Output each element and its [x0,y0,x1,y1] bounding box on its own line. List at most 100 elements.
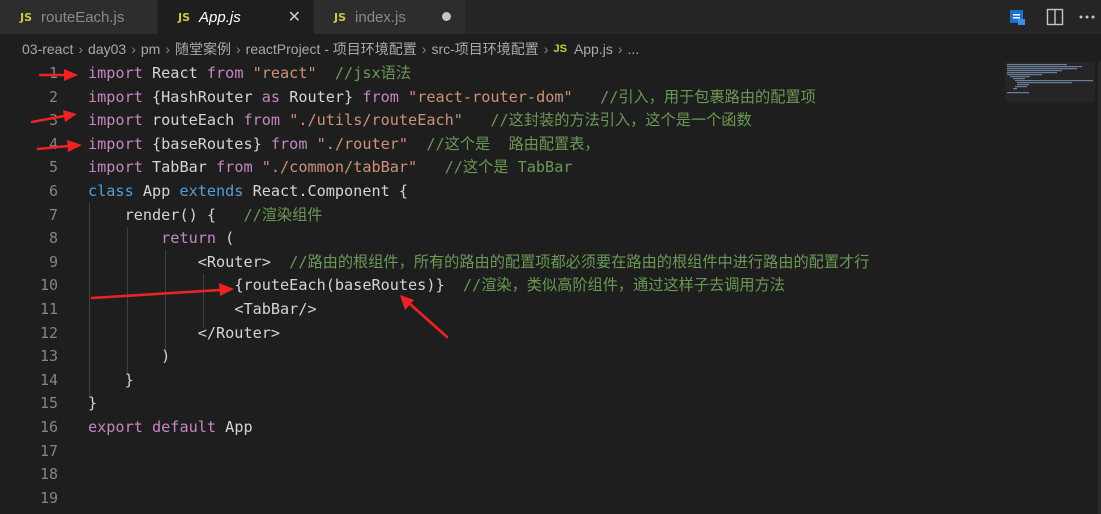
line-number: 14 [39,370,58,389]
tab-label: index.js [355,8,406,26]
identifier: React.Component { [243,181,409,200]
split-editor-icon[interactable] [1045,7,1065,27]
keyword: import [88,134,143,153]
line-number: 7 [48,205,58,224]
breadcrumb-item[interactable]: pm [141,41,160,57]
breadcrumb-item[interactable]: reactProject - 项目环境配置 [246,39,417,59]
code-line[interactable]: <TabBar/> [88,298,998,322]
identifier: routeEach [142,111,244,130]
identifier: {baseRoutes} [142,134,271,153]
unsaved-dot-icon[interactable] [442,12,451,21]
code-line[interactable]: render() { //渲染组件 [88,204,998,228]
line-number: 4 [48,134,58,153]
chevron-right-icon: › [543,41,549,57]
keyword: default [142,417,217,436]
preview-icon[interactable] [1007,7,1027,27]
code-line[interactable]: } [88,369,998,393]
identifier: TabBar [142,158,217,177]
more-actions-icon[interactable] [1077,7,1097,27]
breadcrumb-item[interactable]: 随堂案例 [175,39,231,59]
method-name: render [124,205,180,224]
code-line[interactable] [88,463,998,487]
breadcrumb-item[interactable]: 03-react [22,41,73,57]
code-line[interactable]: <Router> //路由的根组件，所有的路由的配置项都必须要在路由的根组件中进… [88,251,998,275]
tab-routeEach[interactable]: JS routeEach.js [0,0,158,34]
code-line[interactable]: import routeEach from "./utils/routeEach… [88,109,998,133]
minimap[interactable] [1005,62,1095,102]
code-line[interactable]: export default App [88,416,998,440]
line-number: 9 [48,252,58,271]
line-number: 1 [48,64,58,82]
comment: //渲染，类似高阶组件，通过这样子去调用方法 [444,276,785,295]
code-line[interactable]: ) [88,345,998,369]
punctuation: } [124,370,134,389]
keyword: from [270,134,308,153]
code-line[interactable]: } [88,392,998,416]
line-number: 2 [48,87,58,106]
jsx-expression: {routeEach(baseRoutes)} [234,276,445,295]
tab-label: routeEach.js [41,8,125,26]
string: "./router" [307,134,409,153]
code-line[interactable]: import React from "react" //jsx语法 [88,62,998,86]
line-number: 8 [48,229,58,248]
code-line[interactable]: import {baseRoutes} from "./router" //这个… [88,133,998,157]
punctuation: ( [216,229,235,248]
punctuation: ) [161,347,171,366]
keyword: from [243,111,281,130]
chevron-right-icon: › [131,41,136,57]
js-file-icon: JS [178,10,191,24]
close-icon[interactable]: ✕ [288,7,301,26]
identifier: {HashRouter [142,87,262,106]
line-number: 12 [39,323,58,342]
comment: //这个是 TabBar [417,158,573,177]
breadcrumb-item[interactable]: day03 [88,41,126,57]
tab-index-js[interactable]: JS index.js [314,0,466,34]
code-line[interactable]: import {HashRouter as Router} from "reac… [88,86,998,110]
comment: //渲染组件 [216,205,323,224]
code-editor[interactable]: 1 2 3 4 5 6 7 8 9 10 11 12 13 14 15 16 1… [0,62,1101,514]
code-lines[interactable]: import React from "react" //jsx语法 import… [88,62,998,510]
tab-app-js[interactable]: JS App.js ✕ [158,0,314,34]
keyword: return [161,229,217,248]
keyword: export [88,417,143,436]
comment: //引入，用于包裹路由的配置项 [572,87,816,106]
comment: //这个是 路由配置表， [408,134,600,153]
keyword: import [88,158,143,177]
keyword: extends [179,181,244,200]
code-line[interactable] [88,487,998,511]
editor-actions [1001,0,1101,34]
editor-tab-bar: JS routeEach.js JS App.js ✕ JS index.js [0,0,1101,34]
breadcrumb-item[interactable]: src-项目环境配置 [431,39,538,59]
code-line[interactable] [88,440,998,464]
jsx-tag: <Router> [197,252,271,271]
code-line[interactable]: </Router> [88,322,998,346]
code-line[interactable]: {routeEach(baseRoutes)} //渲染，类似高阶组件，通过这样… [88,274,998,298]
js-file-icon: JS [334,10,347,24]
string: "./common/tabBar" [252,158,418,177]
keyword: from [206,64,244,82]
breadcrumb-file[interactable]: App.js [574,41,613,57]
line-number: 11 [39,299,58,318]
comment: //路由的根组件，所有的路由的配置项都必须要在路由的根组件中进行路由的配置才行 [270,252,870,271]
identifier: App [133,181,180,200]
keyword: import [88,87,143,106]
identifier: Router} [280,87,363,106]
breadcrumb-ellipsis[interactable]: ... [628,41,640,57]
chevron-right-icon: › [78,41,84,57]
code-line[interactable]: return ( [88,227,998,251]
js-file-icon: JS [553,43,567,55]
line-number: 6 [48,181,58,200]
code-line[interactable]: class App extends React.Component { [88,180,998,204]
code-line[interactable]: import TabBar from "./common/tabBar" //这… [88,156,998,180]
string: "react" [243,64,317,82]
line-number: 18 [39,465,58,484]
line-number: 3 [48,111,58,130]
chevron-right-icon: › [617,41,623,57]
chevron-right-icon: › [235,41,241,57]
